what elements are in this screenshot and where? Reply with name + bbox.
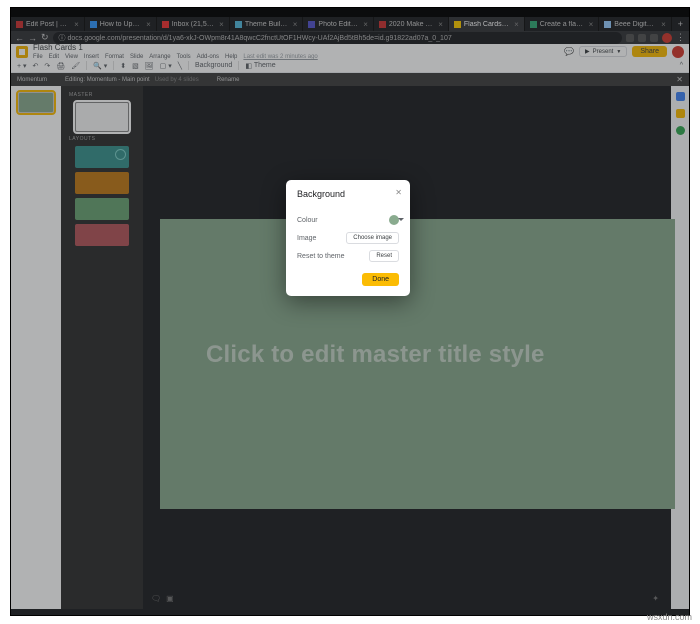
extension-icon[interactable] — [650, 34, 658, 42]
layout-thumbnail[interactable] — [75, 224, 129, 246]
slide-thumbnail[interactable] — [18, 92, 54, 113]
theme-button[interactable]: ◧ Theme — [245, 62, 275, 70]
browser-tab[interactable]: Theme Builder | Be…× — [230, 17, 304, 31]
master-title-placeholder[interactable]: Click to edit master title style — [206, 341, 645, 369]
tasks-icon[interactable] — [676, 126, 685, 135]
browser-tab[interactable]: Photo Editor | Pixl…× — [303, 17, 373, 31]
menu-tools[interactable]: Tools — [177, 54, 191, 60]
image-button[interactable]: 🖼 — [145, 62, 154, 70]
menu-help[interactable]: Help — [225, 54, 237, 60]
browser-tab[interactable]: How to Upgrade U…× — [85, 17, 157, 31]
nav-reload-button[interactable]: ↻ — [41, 32, 49, 43]
menu-slide[interactable]: Slide — [130, 54, 143, 60]
reset-button[interactable]: Reset — [369, 250, 399, 262]
browser-tab[interactable]: Inbox (21,583) - an…× — [157, 17, 230, 31]
close-tab-icon[interactable]: × — [514, 20, 519, 29]
colour-picker[interactable] — [389, 215, 399, 225]
select-tool-button[interactable]: ⬍ — [120, 62, 126, 70]
menu-view[interactable]: View — [65, 54, 78, 60]
dialog-close-button[interactable]: ✕ — [395, 188, 402, 197]
done-button[interactable]: Done — [362, 273, 399, 286]
panel-section-layouts: LAYOUTS — [61, 136, 95, 142]
browser-menu-button[interactable]: ⋮ — [676, 32, 685, 43]
menu-format[interactable]: Format — [105, 54, 124, 60]
close-tab-icon[interactable]: × — [589, 20, 594, 29]
undo-button[interactable]: ↶ — [33, 62, 39, 70]
address-bar[interactable]: ⓘ docs.google.com/presentation/d/1ya6-xk… — [53, 32, 622, 44]
comments-toggle-button[interactable]: 🗨 — [151, 594, 161, 603]
extension-icon[interactable] — [638, 34, 646, 42]
chevron-down-icon: ▼ — [616, 49, 621, 55]
comments-icon[interactable]: 💬 — [564, 47, 574, 56]
master-thumbnail[interactable] — [75, 102, 129, 132]
nav-forward-button[interactable]: → — [28, 33, 37, 43]
browser-tab[interactable]: Edit Post | Make Te…× — [11, 17, 85, 31]
close-tab-icon[interactable]: × — [438, 20, 443, 29]
redo-button[interactable]: ↷ — [44, 62, 50, 70]
layout-thumbnail[interactable] — [75, 198, 129, 220]
shape-button[interactable]: ▢ ▾ — [160, 62, 172, 70]
textbox-button[interactable]: ▧ — [132, 62, 139, 70]
calendar-icon[interactable] — [676, 92, 685, 101]
profile-avatar[interactable] — [662, 33, 672, 43]
close-tab-icon[interactable]: × — [74, 20, 79, 29]
close-tab-icon[interactable]: × — [293, 20, 298, 29]
slide-canvas[interactable]: Click to edit master title style — [160, 219, 675, 509]
panel-section-master: MASTER — [61, 92, 93, 98]
image-label: Image — [297, 235, 316, 242]
last-edit-link[interactable]: Last edit was 2 minutes ago — [243, 54, 317, 60]
doc-name[interactable]: Flash Cards 1 — [33, 43, 318, 52]
background-button[interactable]: Background — [195, 62, 232, 69]
editing-info: Editing: Momentum - Main point Used by 4… — [65, 77, 199, 83]
rename-link[interactable]: Rename — [217, 77, 240, 83]
zoom-button[interactable]: 🔍 ▾ — [93, 62, 107, 70]
present-button[interactable]: ▶ Present ▼ — [579, 46, 627, 57]
share-button[interactable]: Share — [632, 46, 667, 57]
master-layout-panel: MASTER LAYOUTS — [61, 86, 143, 609]
slide-thumbnail-rail — [11, 86, 61, 609]
print-button[interactable]: 🖨 — [56, 62, 65, 70]
menu-file[interactable]: File — [33, 54, 43, 60]
notes-toggle-button[interactable]: ▣ — [166, 594, 174, 603]
browser-tab[interactable]: Flash Cards 1 - Goo…× — [449, 17, 525, 31]
keep-icon[interactable] — [676, 109, 685, 118]
menu-insert[interactable]: Insert — [84, 54, 99, 60]
explore-button[interactable]: ✦ — [652, 594, 659, 603]
colour-label: Colour — [297, 217, 318, 224]
close-tab-icon[interactable]: × — [146, 20, 151, 29]
layout-thumbnail[interactable] — [75, 172, 129, 194]
play-icon: ▶ — [585, 48, 590, 55]
background-dialog: Background ✕ Colour Image Choose image R… — [286, 180, 410, 296]
menu-add-ons[interactable]: Add-ons — [197, 54, 219, 60]
choose-image-button[interactable]: Choose image — [346, 232, 399, 244]
new-slide-button[interactable]: + ▾ — [17, 62, 27, 70]
nav-back-button[interactable]: ← — [15, 33, 24, 43]
close-tab-icon[interactable]: × — [661, 20, 666, 29]
menu-edit[interactable]: Edit — [49, 54, 59, 60]
menu-arrange[interactable]: Arrange — [149, 54, 170, 60]
paint-format-button[interactable]: 🖌 — [71, 62, 80, 70]
theme-title: Momentum — [17, 77, 47, 83]
browser-tab[interactable]: 2020 Make Tech Ea…× — [374, 17, 449, 31]
browser-tab[interactable]: Beee Digital - Web…× — [599, 17, 671, 31]
reset-label: Reset to theme — [297, 253, 344, 260]
dialog-title: Background — [297, 190, 399, 199]
watermark: wsxdn.com — [647, 612, 692, 622]
close-tab-icon[interactable]: × — [219, 20, 224, 29]
close-master-button[interactable]: ✕ — [676, 75, 683, 84]
line-button[interactable]: ╲ — [178, 62, 182, 70]
toolbar-collapse-button[interactable]: ^ — [680, 62, 683, 69]
extension-icon[interactable] — [626, 34, 634, 42]
new-tab-button[interactable]: + — [672, 19, 689, 29]
browser-tab[interactable]: Create a flash card …× — [525, 17, 600, 31]
layout-thumbnail[interactable] — [75, 146, 129, 168]
slides-logo-icon — [16, 46, 28, 58]
account-avatar[interactable] — [672, 46, 684, 58]
close-tab-icon[interactable]: × — [363, 20, 368, 29]
